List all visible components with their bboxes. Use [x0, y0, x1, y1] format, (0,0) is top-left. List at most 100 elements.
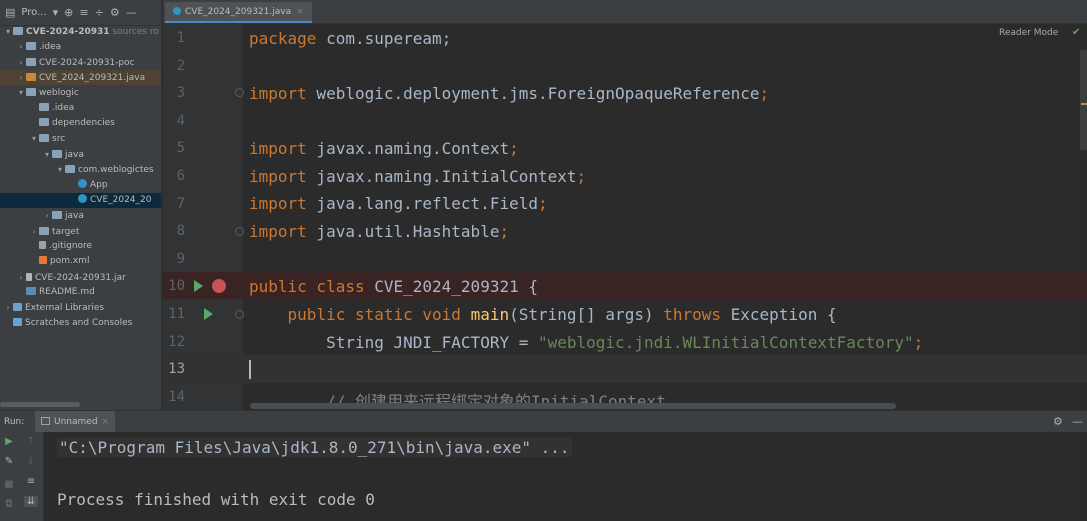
console-output[interactable]: "C:\Program Files\Java\jdk1.8.0_271\bin\…	[44, 432, 1087, 521]
target-icon[interactable]: ⊕	[64, 6, 73, 19]
tree-item[interactable]: pom.xml	[0, 254, 161, 269]
reader-mode-button[interactable]: Reader Mode	[999, 28, 1058, 38]
soft-wrap-icon[interactable]: ≡	[24, 476, 38, 487]
semicolon: ;	[576, 167, 587, 186]
line-number: 1	[176, 30, 185, 46]
line-number: 11	[168, 306, 185, 322]
tree-item[interactable]: › CVE_2024_209321.java	[0, 70, 161, 86]
fold-imports-end-icon[interactable]	[235, 227, 244, 236]
editor-horizontal-scrollbar[interactable]	[250, 403, 896, 409]
tree-item-label: .idea	[52, 102, 75, 113]
expand-arrow-icon[interactable]: ›	[3, 300, 13, 315]
modify-config-icon[interactable]: ✎	[2, 456, 16, 467]
tree-item[interactable]: README.md	[0, 285, 161, 300]
scroll-down-icon[interactable]: ↓	[24, 456, 38, 467]
expand-arrow-icon[interactable]: ▾	[16, 85, 26, 100]
project-view-icon[interactable]: ▤	[5, 6, 15, 19]
tree-item[interactable]: › java	[0, 208, 161, 223]
run-minimize-icon[interactable]: —	[1072, 411, 1083, 433]
tree-item[interactable]: › CVE-2024-20931.jar	[0, 270, 161, 285]
tree-item-label: com.weblogictes	[78, 165, 154, 176]
editor-vertical-scrollbar[interactable]	[1080, 50, 1087, 150]
keyword: import	[249, 194, 307, 213]
tree-item-label: java	[65, 149, 84, 160]
tree-item[interactable]: › target	[0, 224, 161, 239]
tree-item[interactable]: Scratches and Consoles	[0, 316, 161, 331]
jar-icon	[26, 272, 32, 281]
expand-all-icon[interactable]: ≡	[79, 6, 88, 19]
check-icon[interactable]: ✔	[1072, 27, 1080, 38]
tree-item[interactable]: App	[0, 178, 161, 193]
folder-icon	[13, 27, 23, 35]
expand-arrow-icon[interactable]: ›	[16, 70, 26, 85]
rerun-icon[interactable]: ▶	[2, 436, 16, 447]
expand-arrow-icon[interactable]: ▾	[55, 162, 65, 177]
run-tab-unnamed[interactable]: Unnamed ×	[35, 411, 116, 433]
expand-arrow-icon[interactable]: ›	[16, 55, 26, 70]
lib-icon	[13, 303, 22, 312]
minimize-icon[interactable]: —	[126, 6, 137, 19]
stop-icon[interactable]: ■	[2, 479, 16, 490]
expand-arrow-icon[interactable]: ›	[16, 39, 26, 54]
tree-item[interactable]: ▾ src	[0, 131, 161, 146]
run-main-icon[interactable]	[204, 308, 213, 320]
tree-item[interactable]: .gitignore	[0, 239, 161, 254]
code-line-5: import javax.naming.Context;	[249, 139, 519, 158]
tree-item[interactable]: › External Libraries	[0, 300, 161, 315]
tree-item-label: java	[65, 211, 84, 222]
run-class-icon[interactable]	[194, 280, 203, 292]
project-scrollbar[interactable]	[0, 402, 80, 407]
tree-item-label: target	[52, 226, 80, 237]
tree-item[interactable]: ▾ java	[0, 147, 161, 162]
breakpoint-icon[interactable]	[212, 279, 226, 293]
java-class-icon	[173, 7, 181, 15]
run-panel-header: Run: Unnamed × ⚙ —	[0, 410, 1087, 433]
keyword: public class	[249, 277, 365, 296]
close-tab-icon[interactable]: ×	[296, 7, 304, 17]
tree-item[interactable]: CVE_2024_20	[0, 192, 161, 209]
expand-arrow-icon[interactable]: ▾	[29, 131, 39, 146]
project-view-selector[interactable]: Pro...	[21, 7, 46, 18]
expand-arrow-icon[interactable]: ›	[42, 208, 52, 223]
scroll-to-end-icon[interactable]: ⇊	[24, 496, 38, 507]
keyword: import	[249, 139, 307, 158]
camera-icon[interactable]: ◘	[2, 499, 16, 510]
close-run-tab-icon[interactable]: ×	[102, 417, 110, 427]
editor-gutter[interactable]	[163, 24, 243, 410]
tree-item[interactable]: ▾ com.weblogictes	[0, 162, 161, 177]
folder-icon	[52, 149, 62, 158]
tree-item-label: CVE_2024_209321.java	[39, 73, 146, 84]
tree-item[interactable]: .idea	[0, 101, 161, 116]
code-line-3: import weblogic.deployment.jms.ForeignOp…	[249, 84, 769, 103]
expand-arrow-icon[interactable]: ›	[29, 224, 39, 239]
fold-method-icon[interactable]	[235, 310, 244, 319]
collapse-all-icon[interactable]: ÷	[95, 6, 104, 19]
tree-item[interactable]: ▾ CVE-2024-20931 sources ro	[0, 24, 161, 39]
tab-cve-java[interactable]: CVE_2024_209321.java ×	[165, 2, 312, 23]
project-menu-chevron-icon[interactable]: ▾	[53, 6, 59, 19]
code-text: CVE_2024_209321 {	[364, 277, 538, 296]
tree-item[interactable]: dependencies	[0, 116, 161, 131]
tree-item[interactable]: › .idea	[0, 39, 161, 54]
tree-item-label: App	[90, 179, 108, 190]
tree-item-label: weblogic	[39, 88, 79, 99]
expand-arrow-icon[interactable]: ▾	[3, 24, 13, 39]
code-text: javax.naming.Context	[306, 139, 510, 158]
tree-item[interactable]: ▾ weblogic	[0, 85, 161, 100]
settings-icon[interactable]: ⚙	[110, 6, 120, 19]
line-number: 9	[176, 250, 185, 267]
run-tab-label: Unnamed	[54, 417, 98, 427]
tree-item[interactable]: › CVE-2024-20931-poc	[0, 55, 161, 70]
expand-arrow-icon[interactable]: ›	[16, 270, 26, 285]
expand-arrow-icon[interactable]: ▾	[42, 147, 52, 162]
java-icon	[78, 193, 87, 203]
run-settings-icon[interactable]: ⚙	[1053, 411, 1063, 433]
code-editor[interactable]	[243, 24, 1087, 410]
scroll-up-icon[interactable]: ↑	[24, 436, 38, 447]
warning-marker[interactable]	[1081, 103, 1087, 105]
line-number: 13	[168, 361, 185, 378]
string-literal: "weblogic.jndi.WLInitialContextFactory"	[537, 333, 914, 352]
fold-imports-icon[interactable]	[235, 88, 244, 97]
